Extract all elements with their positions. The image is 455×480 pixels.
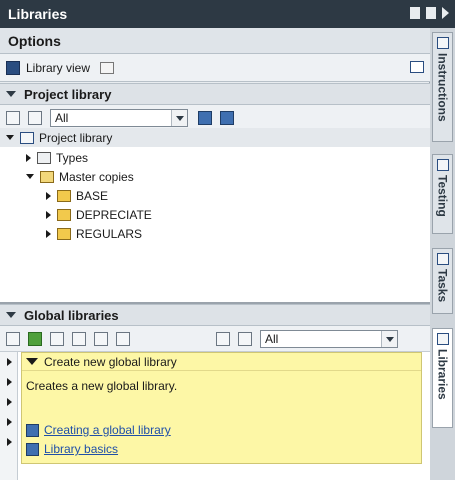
new-library-icon[interactable]: [6, 331, 20, 346]
folder-icon: [57, 227, 71, 240]
float-window-icon[interactable]: [410, 7, 420, 19]
link-library-basics[interactable]: Library basics: [26, 442, 118, 456]
tab-label: Testing: [435, 175, 450, 217]
update-library-icon[interactable]: [94, 331, 108, 346]
tab-testing[interactable]: Testing: [432, 154, 453, 234]
row-arrow-icon[interactable]: [7, 438, 12, 446]
libraries-panel: Options Library view Project library All…: [0, 28, 430, 480]
row-gutter: [0, 352, 18, 480]
global-libraries-header[interactable]: Global libraries: [0, 304, 430, 326]
options-header: Options: [0, 28, 430, 54]
window-title: Libraries: [8, 6, 68, 22]
tree-item-regulars[interactable]: REGULARS: [46, 224, 142, 243]
link-label[interactable]: Library basics: [44, 442, 118, 456]
project-library-icon: [20, 131, 34, 144]
infobox-header[interactable]: Create new global library: [22, 353, 421, 371]
expand-all-icon[interactable]: [220, 110, 234, 125]
row-arrow-icon[interactable]: [7, 358, 12, 366]
options-bar: Library view: [0, 54, 430, 82]
tree-item-label: BASE: [76, 188, 109, 203]
link-creating-global-library[interactable]: Creating a global library: [26, 423, 171, 437]
tab-label: Tasks: [435, 269, 450, 303]
row-arrow-icon[interactable]: [7, 378, 12, 386]
collapsed-arrow-icon[interactable]: [26, 153, 31, 162]
help-topic-icon: [26, 442, 39, 456]
library-management-icon[interactable]: [100, 61, 115, 74]
tab-tasks[interactable]: Tasks: [432, 248, 453, 314]
project-library-title: Project library: [24, 86, 112, 102]
tree-item-label: Master copies: [59, 169, 134, 184]
folder-icon: [57, 189, 71, 202]
split-panel-icon[interactable]: [410, 61, 424, 73]
save-library-icon[interactable]: [50, 331, 64, 346]
tab-label: Libraries: [435, 349, 450, 400]
properties-icon[interactable]: [6, 110, 20, 125]
tab-label: Instructions: [435, 53, 450, 122]
infobox-description: Creates a new global library.: [26, 379, 178, 393]
tab-instructions[interactable]: Instructions: [432, 32, 453, 142]
create-library-infobox: Create new global library Creates a new …: [21, 352, 422, 464]
dropdown-arrow-icon[interactable]: [171, 109, 187, 126]
project-filter-value: All: [55, 110, 69, 125]
options-title: Options: [8, 32, 61, 49]
global-libraries-toolbar: All: [0, 326, 430, 352]
tree-item-depreciate[interactable]: DEPRECIATE: [46, 205, 152, 224]
library-view-icon[interactable]: [6, 60, 20, 75]
row-arrow-icon[interactable]: [7, 418, 12, 426]
export-library-icon[interactable]: [116, 331, 130, 346]
library-view-label[interactable]: Library view: [26, 61, 90, 75]
link-label[interactable]: Creating a global library: [44, 423, 171, 437]
collapsed-arrow-icon[interactable]: [46, 229, 51, 238]
tree-item-base[interactable]: BASE: [46, 186, 108, 205]
collapse-arrow-icon[interactable]: [442, 7, 449, 19]
project-library-tree: Project library Types Master copies BASE…: [0, 128, 430, 303]
chevron-down-icon[interactable]: [6, 91, 16, 97]
chevron-down-icon[interactable]: [6, 312, 16, 318]
global-filter-value: All: [265, 331, 279, 346]
tab-libraries[interactable]: Libraries: [432, 328, 453, 428]
global-libraries-title: Global libraries: [24, 307, 119, 323]
tree-item-master-copies[interactable]: Master copies: [26, 167, 134, 186]
testing-icon: [436, 159, 449, 171]
help-topic-icon: [26, 423, 39, 437]
tree-item-types[interactable]: Types: [26, 148, 88, 167]
infobox-title: Create new global library: [44, 354, 177, 369]
tree-item-label: Project library: [39, 130, 113, 145]
open-library-icon[interactable]: [28, 331, 42, 346]
tree-item-label: REGULARS: [76, 226, 143, 241]
expand-arrow-icon[interactable]: [6, 135, 14, 140]
global-libraries-area: Create new global library Creates a new …: [0, 352, 430, 480]
libraries-icon: [436, 333, 449, 345]
global-filter-select[interactable]: All: [260, 329, 398, 348]
side-tab-strip: Instructions Testing Tasks Libraries: [430, 28, 455, 480]
folder-icon: [57, 208, 71, 221]
tree-item-project-library[interactable]: Project library: [0, 128, 430, 147]
collapsed-arrow-icon[interactable]: [46, 191, 51, 200]
list-view-icon[interactable]: [238, 331, 252, 346]
instructions-icon: [436, 37, 449, 49]
collapsed-arrow-icon[interactable]: [46, 210, 51, 219]
pin-icon[interactable]: [426, 7, 436, 19]
types-folder-icon: [37, 151, 51, 164]
project-library-header[interactable]: Project library: [0, 83, 430, 105]
close-library-icon[interactable]: [72, 331, 86, 346]
tree-item-label: Types: [56, 150, 89, 165]
window-controls: [410, 7, 449, 19]
title-bar: Libraries: [0, 0, 455, 28]
update-types-icon[interactable]: [198, 110, 212, 125]
tree-item-label: DEPRECIATE: [76, 207, 152, 222]
master-copies-folder-icon: [40, 170, 54, 183]
dropdown-arrow-icon[interactable]: [381, 330, 397, 347]
collapse-arrow-icon[interactable]: [26, 358, 38, 365]
tasks-icon: [436, 253, 449, 265]
expand-arrow-icon[interactable]: [26, 174, 34, 179]
row-arrow-icon[interactable]: [7, 398, 12, 406]
project-filter-select[interactable]: All: [50, 108, 188, 127]
properties-icon[interactable]: [216, 331, 230, 346]
list-view-icon[interactable]: [28, 110, 42, 125]
